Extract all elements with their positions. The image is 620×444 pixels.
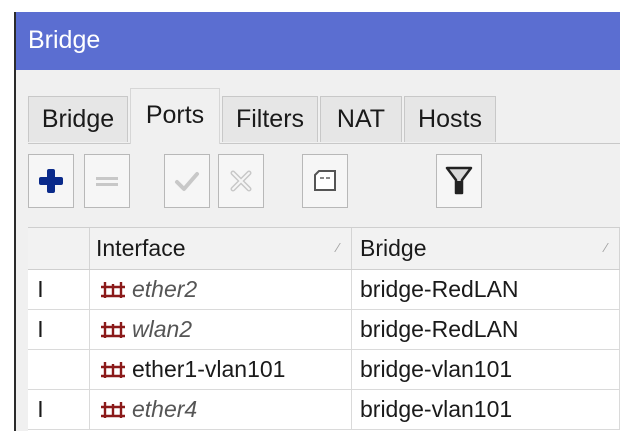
tab-hosts-label: Hosts <box>418 105 482 133</box>
bridge-cell: bridge-vlan101 <box>352 350 620 389</box>
tab-ports-label: Ports <box>145 101 205 129</box>
bridge-cell: bridge-RedLAN <box>352 310 620 349</box>
window-title: Bridge <box>28 26 101 54</box>
flags-column-header[interactable] <box>28 228 90 269</box>
interface-cell: ether1-vlan101 <box>90 350 352 389</box>
table-row[interactable]: I wlan2 bridge-RedLAN <box>28 310 620 350</box>
row-flag: I <box>28 310 90 349</box>
sort-indicator-icon: ∕ <box>336 240 339 255</box>
tab-filters[interactable]: Filters <box>222 96 318 142</box>
bridge-column-label: Bridge <box>360 235 427 261</box>
bridge-column-header[interactable]: Bridge ∕ <box>352 228 620 269</box>
interface-cell: ether4 <box>90 390 352 429</box>
bridge-cell: bridge-RedLAN <box>352 270 620 309</box>
port-icon <box>101 281 125 298</box>
interface-column-label: Interface <box>96 235 186 261</box>
add-button[interactable] <box>28 154 74 208</box>
ports-table: Interface ∕ Bridge ∕ I ether2 bridge-Red… <box>28 227 620 444</box>
filter-icon <box>445 166 473 195</box>
table-header: Interface ∕ Bridge ∕ <box>28 228 620 270</box>
port-icon <box>101 401 125 418</box>
table-row[interactable]: ether1-vlan101 bridge-vlan101 <box>28 350 620 390</box>
row-flag: I <box>28 390 90 429</box>
toolbar <box>28 154 620 214</box>
tab-ports[interactable]: Ports <box>130 88 220 144</box>
remove-icon <box>96 177 118 186</box>
interface-column-header[interactable]: Interface ∕ <box>90 228 352 269</box>
tab-bridge[interactable]: Bridge <box>28 96 128 142</box>
comment-button[interactable] <box>302 154 348 208</box>
tab-nat-label: NAT <box>336 105 386 133</box>
bridge-window: Bridge Bridge Ports Filters NAT Hosts In… <box>14 12 620 444</box>
tab-filters-label: Filters <box>235 105 305 133</box>
sort-indicator-icon: ∕ <box>604 240 607 255</box>
row-flag: I <box>28 270 90 309</box>
disable-icon <box>230 170 252 192</box>
interface-cell: wlan2 <box>90 310 352 349</box>
filter-button[interactable] <box>436 154 482 208</box>
tab-bridge-label: Bridge <box>41 105 115 133</box>
tab-bar: Bridge Ports Filters NAT Hosts <box>28 88 620 144</box>
window-titlebar[interactable]: Bridge <box>16 12 620 70</box>
table-row[interactable]: I ether4 bridge-vlan101 <box>28 390 620 430</box>
remove-button[interactable] <box>84 154 130 208</box>
bridge-cell: bridge-vlan101 <box>352 390 620 429</box>
table-row[interactable]: I ether2 bridge-RedLAN <box>28 270 620 310</box>
enable-icon <box>175 172 199 191</box>
port-icon <box>101 361 125 378</box>
row-flag <box>28 350 90 389</box>
add-icon <box>39 169 63 193</box>
tab-nat[interactable]: NAT <box>320 96 402 142</box>
interface-cell: ether2 <box>90 270 352 309</box>
enable-button[interactable] <box>164 154 210 208</box>
disable-button[interactable] <box>218 154 264 208</box>
comment-icon <box>314 170 336 191</box>
tab-divider <box>28 143 620 144</box>
tab-hosts[interactable]: Hosts <box>404 96 496 142</box>
port-icon <box>101 321 125 338</box>
